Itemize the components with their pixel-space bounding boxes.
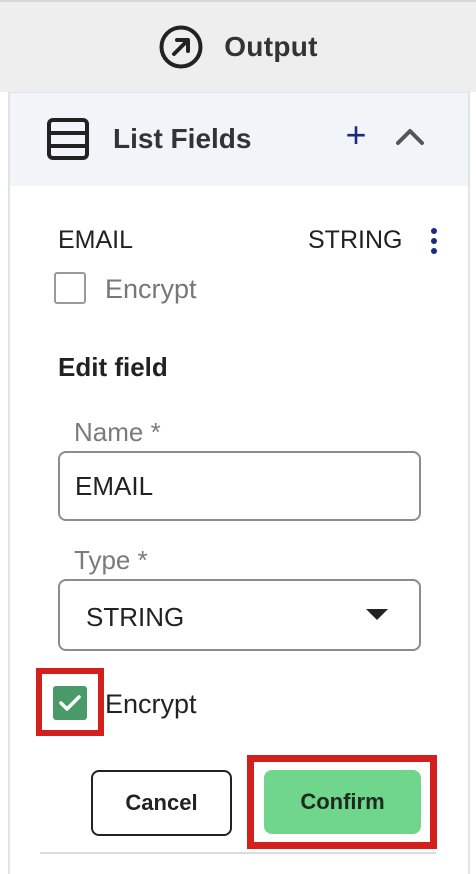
confirm-button[interactable]: Confirm: [264, 770, 421, 834]
add-field-button[interactable]: +: [336, 115, 376, 155]
kebab-icon[interactable]: [424, 226, 444, 256]
cancel-button[interactable]: Cancel: [91, 770, 232, 836]
chevron-up-icon[interactable]: [392, 119, 428, 155]
output-title: Output: [224, 31, 318, 62]
list-fields-title: List Fields: [113, 123, 252, 154]
caret-down-icon: [366, 609, 388, 620]
field-name: EMAIL: [58, 226, 134, 254]
panel-border-right: [468, 92, 470, 874]
output-header[interactable]: Output: [0, 0, 476, 92]
encrypt-label: Encrypt: [105, 689, 197, 719]
type-select[interactable]: STRING: [58, 579, 421, 651]
list-fields-header[interactable]: List Fields +: [10, 92, 468, 186]
field-encrypt-checkbox[interactable]: [54, 272, 86, 304]
output-header-content: Output: [158, 24, 318, 70]
page: Output List Fields + EMAIL STRING Encryp…: [0, 0, 476, 874]
checkmark-icon: [59, 695, 81, 711]
arrow-up-right-circle-icon: [158, 24, 204, 70]
name-input[interactable]: [58, 451, 421, 521]
type-label: Type *: [74, 545, 148, 575]
edit-field-title: Edit field: [58, 352, 168, 382]
field-type: STRING: [308, 226, 403, 254]
list-icon: [46, 117, 90, 166]
name-label: Name *: [74, 417, 161, 447]
type-select-value: STRING: [86, 602, 185, 632]
divider: [40, 852, 436, 854]
panel-border-left: [8, 92, 10, 874]
field-encrypt-label: Encrypt: [105, 274, 197, 304]
encrypt-checkbox[interactable]: [53, 686, 87, 720]
